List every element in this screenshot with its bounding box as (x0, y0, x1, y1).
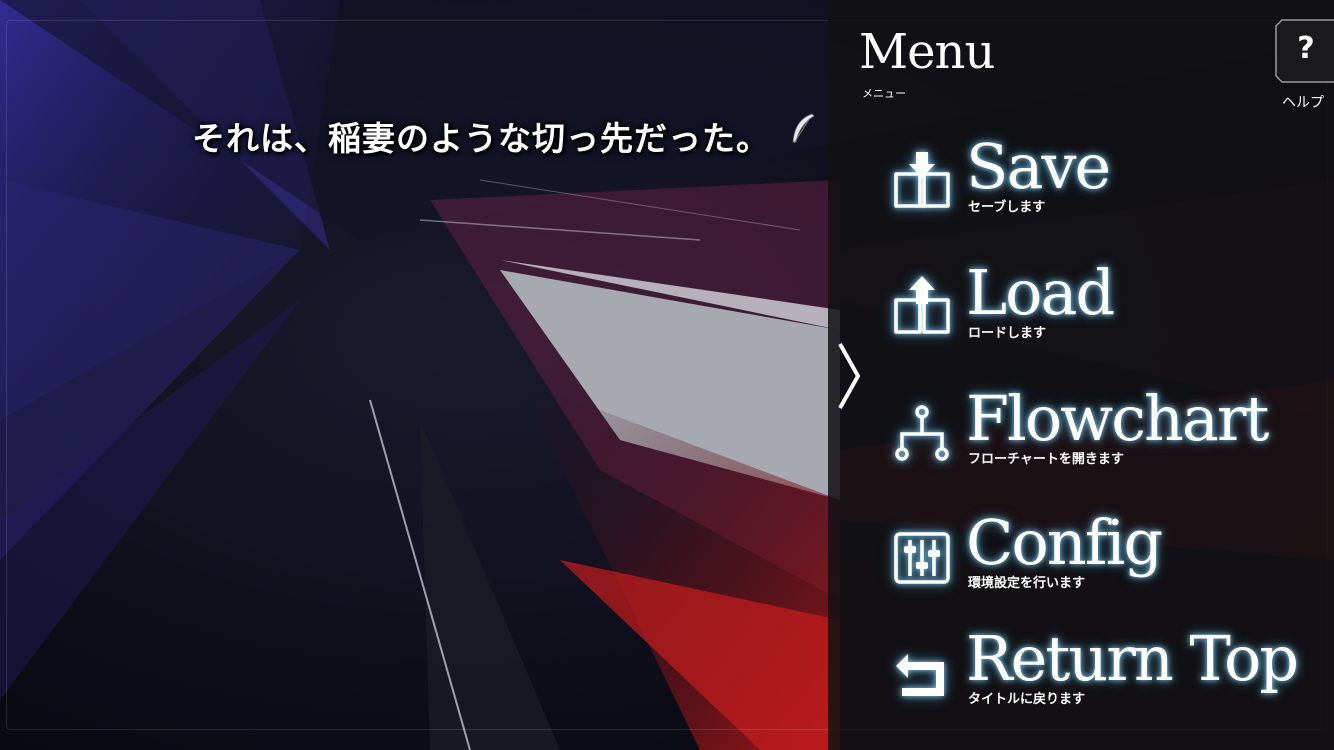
load-label: Load (966, 256, 1115, 329)
book-save-icon (894, 152, 950, 208)
menu-item-config[interactable]: Config 環境設定を行います (890, 512, 1330, 612)
help-button[interactable]: ? (1274, 18, 1334, 84)
menu-item-return-top[interactable]: Return Top タイトルに戻ります (890, 628, 1330, 728)
collapse-arrow-icon[interactable] (834, 340, 864, 412)
help-icon: ? (1297, 31, 1315, 66)
menu-item-load[interactable]: Load ロードします (890, 262, 1330, 362)
flowchart-description: フローチャートを開きます (968, 452, 1124, 467)
config-label: Config (966, 506, 1163, 579)
load-description: ロードします (968, 326, 1047, 341)
save-description: セーブします (968, 200, 1046, 215)
save-label: Save (966, 130, 1111, 203)
book-load-icon (894, 276, 950, 334)
menu-item-save[interactable]: Save セーブします (890, 136, 1330, 236)
return-top-description: タイトルに戻ります (968, 692, 1086, 707)
flowchart-icon (895, 405, 949, 461)
return-top-label: Return Top (966, 622, 1299, 695)
dialogue-text[interactable]: それは、稲妻のような切っ先だった。 (192, 112, 770, 160)
menu-item-flowchart[interactable]: Flowchart フローチャートを開きます (890, 388, 1330, 488)
config-description: 環境設定を行います (968, 576, 1086, 591)
help-label: ヘルプ (1282, 95, 1324, 111)
menu-title: Menu (859, 24, 995, 80)
quill-icon (792, 113, 815, 144)
flowchart-label: Flowchart (966, 382, 1269, 455)
menu-subtitle: メニュー (862, 87, 906, 100)
sliders-icon (894, 532, 950, 584)
return-arrow-icon (896, 654, 944, 696)
